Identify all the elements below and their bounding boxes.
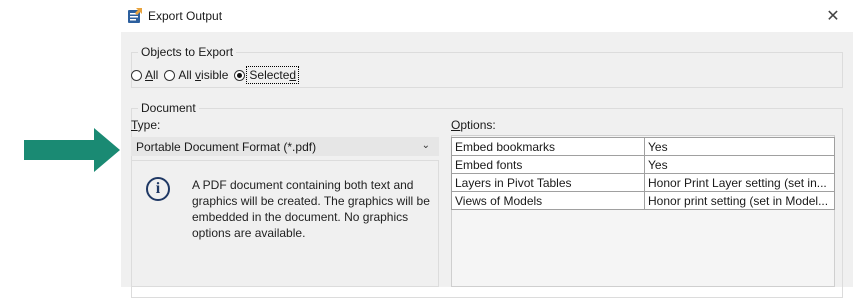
radio-all-visible-prefix: All	[178, 68, 196, 82]
table-row[interactable]: Embed fonts Yes	[451, 155, 835, 174]
radio-all[interactable]: All	[131, 68, 158, 82]
options-label-text: ptions:	[460, 118, 496, 132]
radio-selected[interactable]: Selecte d	[234, 66, 300, 84]
option-value[interactable]: Honor print setting (set in Model...	[644, 191, 835, 210]
chevron-down-icon: ⌄	[421, 140, 430, 151]
radio-all-mnemonic: A	[145, 68, 154, 82]
option-name[interactable]: Embed fonts	[451, 155, 645, 174]
radio-selected-focus: Selecte d	[246, 66, 300, 84]
type-select-value: Portable Document Format (*.pdf)	[136, 139, 317, 154]
type-description-box: i A PDF document containing both text an…	[131, 160, 439, 287]
dialog-title: Export Output	[148, 9, 223, 23]
radio-selected-mnemonic: d	[289, 68, 297, 82]
title-bar: Export Output ✕	[121, 0, 853, 32]
type-description-text: A PDF document containing both text and …	[192, 178, 430, 240]
close-button[interactable]: ✕	[813, 0, 853, 32]
export-output-dialog: Export Output ✕ Objects to Export All Al…	[121, 0, 853, 298]
option-value[interactable]: Yes	[644, 137, 835, 156]
pointer-arrow	[24, 128, 120, 172]
table-row[interactable]: Layers in Pivot Tables Honor Print Layer…	[451, 173, 835, 192]
option-value[interactable]: Honor Print Layer setting (set in...	[644, 173, 835, 192]
radio-all-visible-indicator[interactable]	[164, 69, 176, 81]
objects-radio-row: All All v isible Selecte d	[131, 66, 305, 84]
radio-selected-indicator[interactable]	[234, 69, 246, 81]
radio-all-indicator[interactable]	[131, 69, 142, 81]
options-label: Options:	[451, 118, 496, 132]
options-label-mnemonic: O	[451, 118, 461, 132]
table-row[interactable]: Views of Models Honor print setting (set…	[451, 191, 835, 210]
info-icon: i	[146, 177, 170, 201]
radio-all-visible[interactable]: All v isible	[164, 68, 228, 82]
radio-all-visible-label: isible	[201, 68, 229, 82]
option-value[interactable]: Yes	[644, 155, 835, 174]
type-label: Type:	[131, 118, 160, 132]
export-app-icon	[128, 8, 142, 23]
option-name[interactable]: Layers in Pivot Tables	[451, 173, 645, 192]
options-table: Embed bookmarks Yes Embed fonts Yes Laye…	[451, 137, 835, 210]
type-label-text: ype:	[137, 118, 161, 132]
type-select[interactable]: Portable Document Format (*.pdf) ⌄	[131, 137, 439, 156]
radio-all-label: ll	[153, 68, 159, 82]
close-icon: ✕	[826, 8, 840, 25]
option-name[interactable]: Embed bookmarks	[451, 137, 645, 156]
type-label-mnemonic: T	[131, 118, 138, 132]
table-row[interactable]: Embed bookmarks Yes	[451, 137, 835, 156]
radio-selected-prefix: Selecte	[249, 68, 290, 82]
objects-group-legend: Objects to Export	[138, 45, 237, 59]
option-name[interactable]: Views of Models	[451, 191, 645, 210]
document-group-legend: Document	[138, 101, 199, 115]
